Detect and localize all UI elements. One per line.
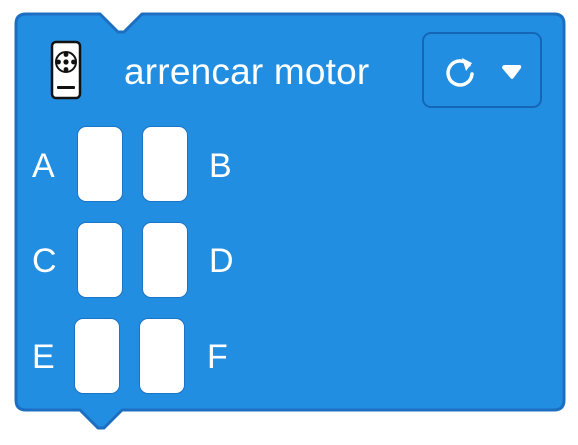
- port-slot-c[interactable]: [77, 222, 123, 298]
- port-label-b: B: [209, 147, 232, 185]
- start-motor-block[interactable]: arrencar motor A B C D E F: [0, 0, 578, 445]
- port-label-a: A: [32, 147, 55, 185]
- port-label-e: E: [32, 338, 55, 376]
- port-label-c: C: [32, 242, 57, 280]
- port-slot-f[interactable]: [139, 318, 185, 394]
- port-slot-e[interactable]: [74, 318, 120, 394]
- direction-dropdown[interactable]: [422, 32, 542, 108]
- caret-down-icon: [502, 65, 522, 79]
- block-title: arrencar motor: [124, 51, 370, 92]
- port-slot-a[interactable]: [77, 126, 123, 202]
- rotate-clockwise-icon: [446, 58, 474, 87]
- motor-icon: [50, 40, 82, 100]
- port-label-f: F: [207, 338, 228, 376]
- port-label-d: D: [209, 242, 234, 280]
- port-slot-b[interactable]: [142, 126, 188, 202]
- port-slot-d[interactable]: [142, 222, 188, 298]
